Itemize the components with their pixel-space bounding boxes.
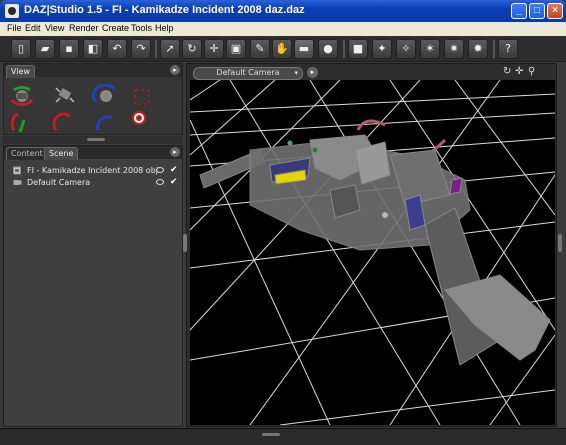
- camera-selector[interactable]: Default Camera ▾: [193, 67, 303, 80]
- toolbar-separator: [493, 40, 495, 58]
- window-title: DAZ|Studio 1.5 - FI - Kamikadze Incident…: [24, 4, 305, 16]
- close-button[interactable]: ×: [547, 3, 563, 19]
- scene-item-label: Default Camera: [27, 178, 91, 187]
- camera-icon: [13, 180, 22, 185]
- save-file-button[interactable]: ▪: [59, 39, 79, 59]
- panel-splitter[interactable]: [3, 136, 183, 144]
- selected-check-icon[interactable]: ✔: [170, 177, 178, 188]
- orbit-x-icon[interactable]: [8, 84, 36, 108]
- spotlight-create-button[interactable]: ✦: [372, 39, 392, 59]
- orbit-y-icon[interactable]: [8, 110, 36, 134]
- open-file-button[interactable]: ▰: [35, 39, 55, 59]
- tab-view[interactable]: View: [6, 65, 35, 78]
- left-dock-handle[interactable]: [183, 234, 187, 252]
- object-icon: [13, 166, 21, 175]
- undo-button[interactable]: ↶: [107, 39, 127, 59]
- joint-editor-button[interactable]: ✎: [250, 39, 270, 59]
- maximize-button[interactable]: □: [529, 3, 545, 19]
- tab-scene[interactable]: Scene: [44, 147, 79, 160]
- sphere-primitive-button[interactable]: ●: [318, 39, 338, 59]
- orbit-z-icon[interactable]: [92, 84, 120, 108]
- minimize-button[interactable]: _: [511, 3, 527, 19]
- scene-item-camera[interactable]: Default Camera ✔: [10, 177, 180, 188]
- pan-view-icon[interactable]: ✛: [515, 66, 523, 77]
- menu-tools[interactable]: Tools: [131, 23, 152, 33]
- visibility-eye-icon[interactable]: [156, 179, 164, 185]
- frame-icon[interactable]: [129, 86, 157, 110]
- title-bar: DAZ|Studio 1.5 - FI - Kamikadze Incident…: [0, 0, 566, 22]
- tab-content[interactable]: Content: [6, 147, 48, 160]
- pointlight-create-button[interactable]: ✧: [396, 39, 416, 59]
- status-bar: [0, 428, 566, 445]
- splitter-grip[interactable]: [87, 138, 105, 141]
- right-dock-handle[interactable]: [558, 234, 562, 252]
- visibility-eye-icon[interactable]: [156, 167, 164, 173]
- menu-bar: File Edit View Render Create Tools Help: [0, 22, 566, 36]
- rotate-icon[interactable]: [92, 110, 120, 134]
- redo-button[interactable]: ↷: [131, 39, 151, 59]
- pose-tool-button[interactable]: ✋: [272, 39, 292, 59]
- 3d-viewport[interactable]: [190, 80, 555, 425]
- orbit-icon[interactable]: ↻: [503, 66, 511, 77]
- zoom-icon[interactable]: ⚲: [528, 66, 535, 77]
- daz-app-icon[interactable]: [5, 4, 19, 18]
- viewport-menu-arrow[interactable]: ▸: [307, 67, 318, 78]
- scene-render: [190, 80, 555, 425]
- menu-view[interactable]: View: [45, 23, 64, 33]
- new-file-button[interactable]: ▯: [11, 39, 31, 59]
- menu-edit[interactable]: Edit: [25, 23, 41, 33]
- view-panel-menu-arrow[interactable]: ▸: [170, 65, 180, 75]
- selected-check-icon[interactable]: ✔: [170, 165, 178, 176]
- rotate-tool-button[interactable]: ↻: [182, 39, 202, 59]
- camera-selector-value: Default Camera: [216, 68, 280, 77]
- dolly-icon[interactable]: [52, 110, 80, 134]
- scene-item-figure[interactable]: FI - Kamikadze Incident 2008 obj ✔: [10, 165, 180, 176]
- main-toolbar: ▯ ▰ ▪ ◧ ↶ ↷ ➚ ↻ ✛ ▣ ✎ ✋ ▬ ● ■ ✦ ✧ ✶ ✷ ✸ …: [0, 36, 566, 62]
- menu-render[interactable]: Render: [69, 23, 99, 33]
- scale-tool-button[interactable]: ▣: [226, 39, 246, 59]
- scene-tabrow: Content Scene ▸: [4, 146, 182, 160]
- camera-create-button[interactable]: ■: [348, 39, 368, 59]
- menu-file[interactable]: File: [7, 23, 22, 33]
- toolbar-separator: [155, 40, 157, 58]
- translate-tool-button[interactable]: ✛: [204, 39, 224, 59]
- menu-help[interactable]: Help: [155, 23, 174, 33]
- chevron-down-icon: ▾: [294, 69, 298, 77]
- distant-light-button[interactable]: ✶: [420, 39, 440, 59]
- view-panel: View ▸: [3, 63, 183, 135]
- scene-panel-menu-arrow[interactable]: ▸: [170, 147, 180, 157]
- view-tabrow: View ▸: [4, 64, 182, 78]
- ground-grid: [190, 80, 555, 425]
- scene-panel: Content Scene ▸ FI - Kamikadze Incident …: [3, 145, 183, 427]
- viewport-panel: Default Camera ▾ ▸ ↻ ✛ ⚲: [186, 63, 557, 427]
- pan-icon[interactable]: [52, 84, 80, 108]
- scene-item-label: FI - Kamikadze Incident 2008 obj: [27, 166, 158, 175]
- bottom-dock-handle[interactable]: [262, 433, 280, 436]
- help-button[interactable]: ?: [498, 39, 518, 59]
- target-icon[interactable]: [129, 110, 157, 134]
- render-button[interactable]: ▬: [294, 39, 314, 59]
- toolbar-separator: [343, 40, 345, 58]
- light-node-button[interactable]: ✸: [468, 39, 488, 59]
- merge-button[interactable]: ◧: [83, 39, 103, 59]
- select-tool-button[interactable]: ➚: [160, 39, 180, 59]
- menu-create[interactable]: Create: [102, 23, 129, 33]
- light-add-button[interactable]: ✷: [444, 39, 464, 59]
